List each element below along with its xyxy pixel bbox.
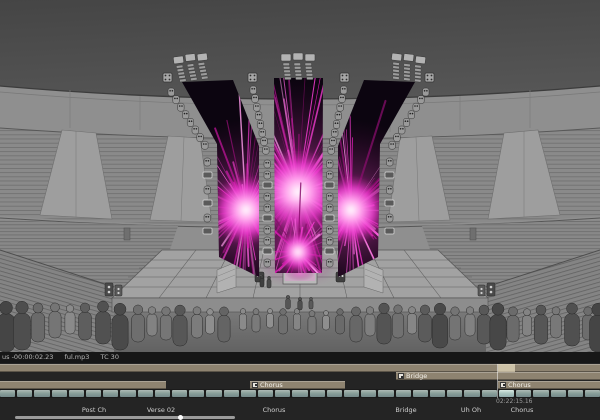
section-label[interactable]: Verse 02 [147, 405, 175, 415]
playhead-timecode: 02:22:15.16 [496, 398, 533, 405]
beat-cell[interactable] [155, 390, 170, 398]
audio-file-text: ful.mp3 [65, 353, 90, 361]
beat-cell[interactable] [206, 390, 221, 398]
status-bar: us -00:00:02.23 ful.mp3 TC 30 [0, 352, 600, 363]
playhead[interactable] [497, 364, 498, 398]
beat-cell[interactable] [396, 390, 411, 398]
timecode-rate-text: TC 30 [100, 353, 118, 361]
beat-cell-row[interactable] [0, 389, 600, 398]
section-label[interactable]: Chorus [511, 405, 534, 415]
beat-cell[interactable] [172, 390, 187, 398]
beat-cell[interactable] [17, 390, 32, 398]
clip-collapse-icon[interactable] [252, 382, 258, 388]
playhead-section-highlight [498, 364, 515, 372]
beat-cell[interactable] [292, 390, 307, 398]
track-chorus: Chorus Chorus [0, 381, 600, 389]
clip-collapse-icon[interactable] [398, 373, 404, 379]
scrollbar-marker[interactable] [178, 415, 183, 420]
clip-chorus-b[interactable]: Chorus [498, 381, 600, 389]
section-label[interactable]: Uh Oh [461, 405, 481, 415]
beat-cell[interactable] [551, 390, 566, 398]
timeline-scrollbar[interactable] [15, 416, 235, 420]
beat-cell[interactable] [430, 390, 445, 398]
arena-scene [0, 0, 600, 352]
clip-chorus-a[interactable]: Chorus [250, 381, 345, 389]
beat-cell[interactable] [241, 390, 256, 398]
beat-cell[interactable] [568, 390, 583, 398]
beat-cell[interactable] [499, 390, 514, 398]
clip-collapse-icon[interactable] [500, 382, 506, 388]
beat-cell[interactable] [482, 390, 497, 398]
beat-cell[interactable] [275, 390, 290, 398]
beat-cell[interactable] [0, 390, 15, 398]
clip-label: Chorus [260, 381, 283, 389]
clip-label: Chorus [508, 381, 531, 389]
previz-app: us -00:00:02.23 ful.mp3 TC 30 Bridge Cho… [0, 0, 600, 420]
beat-cell[interactable] [310, 390, 325, 398]
beat-cell[interactable] [413, 390, 428, 398]
beat-cell[interactable] [138, 390, 153, 398]
section-label[interactable]: Post Ch [82, 405, 106, 415]
clip-offset-text: us -00:00:02.23 [2, 353, 53, 361]
beat-cell[interactable] [52, 390, 67, 398]
viewport-3d[interactable] [0, 0, 600, 352]
section-label[interactable]: Bridge [395, 405, 416, 415]
beat-cell[interactable] [447, 390, 462, 398]
section-label[interactable]: Chorus [263, 405, 286, 415]
clip-label: Bridge [406, 372, 427, 380]
beat-cell[interactable] [34, 390, 49, 398]
beat-cell[interactable] [344, 390, 359, 398]
timeline[interactable]: us -00:00:02.23 ful.mp3 TC 30 Bridge Cho… [0, 352, 600, 420]
beat-cell[interactable] [464, 390, 479, 398]
beat-cell[interactable] [120, 390, 135, 398]
beat-cell[interactable] [533, 390, 548, 398]
section-overview: Post Ch Verse 02 Chorus Bridge Uh Oh Cho… [0, 405, 600, 415]
track-bridge: Bridge [0, 372, 600, 380]
clip-bridge[interactable]: Bridge [396, 372, 600, 380]
beat-cell[interactable] [189, 390, 204, 398]
beat-cell[interactable] [224, 390, 239, 398]
beat-cell[interactable] [361, 390, 376, 398]
beat-cell[interactable] [86, 390, 101, 398]
beat-cell[interactable] [258, 390, 273, 398]
beat-cell[interactable] [69, 390, 84, 398]
beat-cell[interactable] [516, 390, 531, 398]
beat-cell[interactable] [585, 390, 600, 398]
beat-cell[interactable] [378, 390, 393, 398]
beat-cell[interactable] [327, 390, 342, 398]
clip-unlabeled[interactable] [0, 381, 166, 389]
beat-cell[interactable] [103, 390, 118, 398]
